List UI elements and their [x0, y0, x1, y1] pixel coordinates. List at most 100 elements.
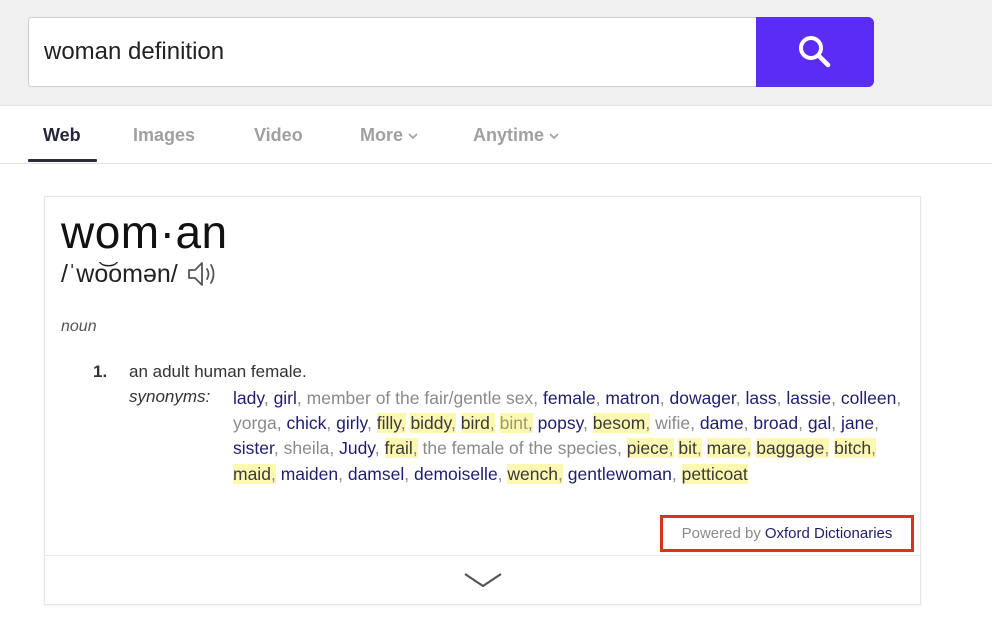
synonym-link[interactable]: gentlewoman: [568, 464, 672, 484]
synonym-item[interactable]: petticoat: [681, 463, 748, 484]
synonym-link[interactable]: biddy: [410, 413, 451, 433]
synonym-item[interactable]: maid,: [233, 463, 276, 484]
synonym-item[interactable]: wench,: [507, 463, 563, 484]
synonym-link[interactable]: bit: [678, 438, 696, 458]
synonym-wrap: damsel,: [348, 464, 409, 484]
synonym-item[interactable]: filly,: [376, 413, 406, 434]
synonym-item[interactable]: demoiselle,: [414, 464, 503, 484]
synonym-separator: ,: [668, 438, 674, 459]
synonym-item[interactable]: Judy,: [339, 438, 380, 458]
synonym-highlight: baggage,: [756, 438, 830, 459]
synonym-item[interactable]: colleen,: [841, 388, 901, 408]
synonym-link[interactable]: Judy: [339, 438, 375, 458]
synonym-link[interactable]: gal: [808, 413, 831, 433]
synonym-item[interactable]: chick,: [287, 413, 332, 433]
synonym-item[interactable]: gal,: [808, 413, 836, 433]
synonym-wrap: matron,: [605, 388, 664, 408]
synonym-link[interactable]: filly: [377, 413, 401, 433]
synonym-link[interactable]: chick: [287, 413, 327, 433]
synonym-link[interactable]: broad: [753, 413, 798, 433]
synonym-link[interactable]: matron: [605, 388, 659, 408]
speaker-icon[interactable]: [186, 259, 220, 289]
synonym-link[interactable]: sister: [233, 438, 274, 458]
synonym-item: the female of the species,: [422, 438, 621, 458]
tab-images[interactable]: Images: [133, 106, 195, 163]
synonym-link[interactable]: lady: [233, 388, 264, 408]
expand-button[interactable]: [45, 556, 920, 604]
synonym-separator: ,: [671, 463, 677, 484]
sense-definition: an adult human female.: [129, 362, 307, 381]
synonym-link[interactable]: bitch: [834, 438, 871, 458]
synonym-item[interactable]: jane,: [841, 413, 879, 433]
synonym-item[interactable]: bird,: [460, 413, 495, 434]
synonym-link[interactable]: lassie: [786, 388, 831, 408]
synonym-link[interactable]: baggage: [756, 438, 824, 458]
synonym-link[interactable]: wench: [507, 464, 558, 484]
synonym-item[interactable]: girly,: [336, 413, 372, 433]
synonym-item[interactable]: dowager,: [670, 388, 741, 408]
search-input[interactable]: [28, 17, 756, 87]
synonym-item[interactable]: mare,: [706, 438, 752, 459]
synonym-link[interactable]: popsy: [538, 413, 583, 433]
synonym-item[interactable]: female,: [543, 388, 600, 408]
synonym-item[interactable]: bitch,: [834, 438, 876, 459]
tab-more[interactable]: More: [360, 106, 418, 163]
tab-web[interactable]: Web: [43, 106, 81, 163]
synonym-item[interactable]: gentlewoman,: [568, 464, 677, 484]
synonym-link[interactable]: female: [543, 388, 596, 408]
synonym-link[interactable]: demoiselle: [414, 464, 498, 484]
synonym-item[interactable]: matron,: [605, 388, 664, 408]
synonym-link[interactable]: girl: [274, 388, 297, 408]
synonym-link[interactable]: dame: [700, 413, 744, 433]
synonym-item[interactable]: maiden,: [281, 464, 343, 484]
tab-anytime[interactable]: Anytime: [473, 106, 559, 163]
search-button[interactable]: [756, 17, 874, 87]
synonym-item[interactable]: girl,: [274, 388, 302, 408]
synonym-separator: ,: [617, 438, 622, 459]
synonym-item[interactable]: bit,: [678, 438, 702, 459]
synonym-link[interactable]: damsel: [348, 464, 404, 484]
synonym-highlight: bit,: [678, 438, 702, 459]
synonym-link[interactable]: maid: [233, 464, 271, 484]
synonym-highlight: piece,: [626, 438, 674, 459]
oxford-dictionaries-link[interactable]: Oxford Dictionaries: [765, 525, 893, 542]
synonym-item[interactable]: biddy,: [410, 413, 456, 434]
synonym-item[interactable]: baggage,: [756, 438, 830, 459]
synonym-link[interactable]: piece: [627, 438, 669, 458]
synonym-item[interactable]: frail,: [384, 438, 418, 459]
synonym-item: wifie,: [655, 413, 695, 433]
synonym-item[interactable]: lass,: [745, 388, 781, 408]
synonym-separator: ,: [296, 388, 302, 408]
synonym-link[interactable]: besom: [593, 413, 646, 433]
synonym-separator: ,: [831, 413, 837, 434]
synonym-separator: ,: [824, 438, 830, 459]
synonym-link[interactable]: colleen: [841, 388, 896, 408]
synonym-wrap: maiden,: [281, 464, 343, 484]
synonym-item[interactable]: damsel,: [348, 464, 409, 484]
tab-video[interactable]: Video: [254, 106, 303, 163]
synonym-separator: ,: [497, 463, 503, 484]
synonym-separator: ,: [366, 413, 372, 434]
synonym-item[interactable]: piece,: [626, 438, 674, 459]
synonym-separator: ,: [404, 463, 410, 484]
synonym-link[interactable]: bird: [461, 413, 490, 433]
synonym-item[interactable]: sister,: [233, 438, 279, 458]
synonym-wrap: jane,: [841, 413, 879, 433]
synonym-link[interactable]: maiden: [281, 464, 338, 484]
synonym-link[interactable]: girly: [336, 413, 367, 433]
synonym-item[interactable]: dame,: [700, 413, 749, 433]
synonym-link[interactable]: dowager: [670, 388, 736, 408]
synonym-item[interactable]: besom,: [592, 413, 651, 434]
synonym-highlight: frail,: [384, 438, 418, 459]
synonym-link[interactable]: mare: [707, 438, 747, 458]
synonym-item[interactable]: lassie,: [786, 388, 836, 408]
synonym-link[interactable]: jane: [841, 413, 874, 433]
synonym-link[interactable]: lass: [745, 388, 776, 408]
synonym-link[interactable]: frail: [385, 438, 413, 458]
synonym-wrap: wifie,: [655, 413, 695, 433]
synonym-highlight: bint,: [499, 413, 533, 434]
synonym-link[interactable]: petticoat: [682, 464, 748, 484]
synonym-item[interactable]: popsy,: [538, 413, 588, 433]
synonym-item[interactable]: broad,: [753, 413, 803, 433]
synonym-item[interactable]: lady,: [233, 388, 269, 408]
